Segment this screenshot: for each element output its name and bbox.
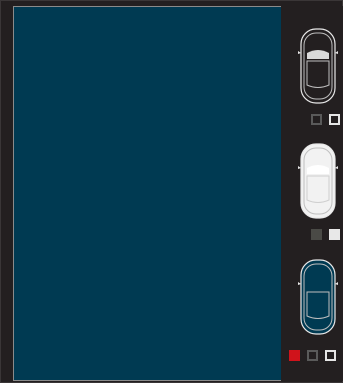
swatch-row-1 <box>311 114 340 125</box>
app-window <box>0 0 343 383</box>
car-color-sidebar <box>281 6 343 381</box>
car-option-2[interactable] <box>298 142 338 220</box>
car-option-1[interactable] <box>298 27 338 105</box>
swatch-grey[interactable] <box>311 229 322 240</box>
swatch-row-3 <box>289 350 336 361</box>
car-option-3[interactable] <box>298 258 338 336</box>
swatch-red[interactable] <box>289 350 300 361</box>
car-top-view-icon <box>298 259 338 335</box>
swatch-white[interactable] <box>329 229 340 240</box>
swatch-dark-grey[interactable] <box>311 114 322 125</box>
color-preview-canvas[interactable] <box>13 6 281 381</box>
swatch-white[interactable] <box>329 114 340 125</box>
car-top-view-icon <box>298 28 338 104</box>
swatch-white[interactable] <box>325 350 336 361</box>
swatch-dark-grey[interactable] <box>307 350 318 361</box>
car-top-view-icon <box>298 143 338 219</box>
swatch-row-2 <box>311 229 340 240</box>
